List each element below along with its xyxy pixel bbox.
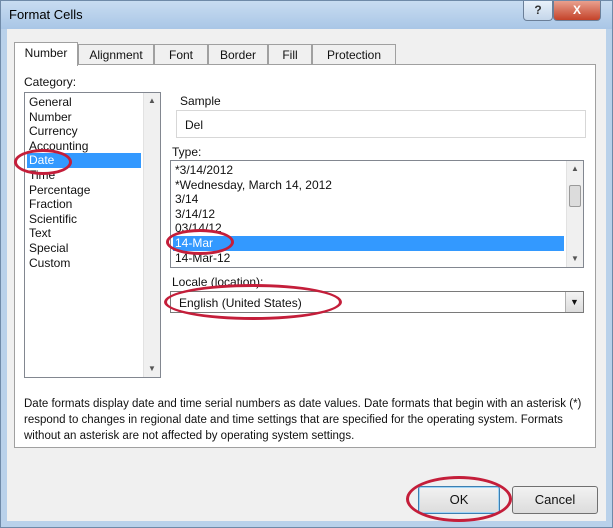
type-label: Type:	[172, 145, 202, 159]
sample-label: Sample	[180, 94, 221, 108]
type-item[interactable]: 03/14/12	[173, 221, 222, 236]
category-item-selected[interactable]: Date	[27, 153, 141, 168]
type-item[interactable]: *Wednesday, March 14, 2012	[173, 178, 332, 193]
type-item[interactable]: 3/14/12	[173, 207, 215, 222]
format-description: Date formats display date and time seria…	[24, 398, 582, 442]
dialog-title: Format Cells	[9, 7, 83, 22]
category-item[interactable]: Fraction	[27, 197, 72, 212]
locale-dropdown[interactable]: English (United States) ▼	[170, 291, 584, 313]
category-item[interactable]: General	[27, 95, 72, 110]
type-item-selected[interactable]: 14-Mar	[173, 236, 564, 251]
close-button[interactable]: X	[553, 1, 601, 21]
sample-box: Del	[176, 110, 586, 138]
type-item[interactable]: 14-Mar-12	[173, 251, 230, 266]
category-item[interactable]: Number	[27, 110, 72, 125]
tab-fill[interactable]: Fill	[268, 44, 312, 64]
category-item[interactable]: Time	[27, 168, 55, 183]
scroll-down-icon[interactable]: ▼	[144, 361, 160, 377]
category-item[interactable]: Custom	[27, 256, 70, 271]
scroll-thumb[interactable]	[569, 185, 581, 207]
tab-alignment[interactable]: Alignment	[78, 44, 154, 64]
locale-value: English (United States)	[179, 296, 302, 310]
category-label: Category:	[24, 75, 77, 89]
category-item[interactable]: Special	[27, 241, 68, 256]
scroll-up-icon[interactable]: ▲	[144, 93, 160, 109]
locale-label: Locale (location):	[172, 275, 264, 289]
category-list[interactable]: General Number Currency Accounting Date …	[24, 92, 161, 378]
help-button[interactable]: ?	[523, 1, 553, 21]
category-item[interactable]: Percentage	[27, 183, 90, 198]
category-item[interactable]: Currency	[27, 124, 78, 139]
type-list[interactable]: *3/14/2012 *Wednesday, March 14, 2012 3/…	[170, 160, 584, 268]
cancel-button[interactable]: Cancel	[512, 486, 598, 514]
category-item[interactable]: Scientific	[27, 212, 77, 227]
category-scrollbar[interactable]: ▲ ▼	[143, 93, 160, 377]
type-item[interactable]: *3/14/2012	[173, 163, 233, 178]
tab-number[interactable]: Number	[14, 42, 78, 66]
tab-protection[interactable]: Protection	[312, 44, 396, 64]
type-scrollbar[interactable]: ▲ ▼	[566, 161, 583, 267]
category-item[interactable]: Text	[27, 226, 51, 241]
scroll-up-icon[interactable]: ▲	[567, 161, 583, 177]
scroll-down-icon[interactable]: ▼	[567, 251, 583, 267]
ok-button[interactable]: OK	[418, 486, 500, 514]
tab-border[interactable]: Border	[208, 44, 268, 64]
chevron-down-icon[interactable]: ▼	[565, 292, 583, 312]
title-bar[interactable]: Format Cells ? X	[1, 1, 612, 29]
tab-font[interactable]: Font	[154, 44, 208, 64]
sample-value: Del	[185, 118, 204, 132]
type-item[interactable]: 3/14	[173, 192, 198, 207]
category-item[interactable]: Accounting	[27, 139, 88, 154]
